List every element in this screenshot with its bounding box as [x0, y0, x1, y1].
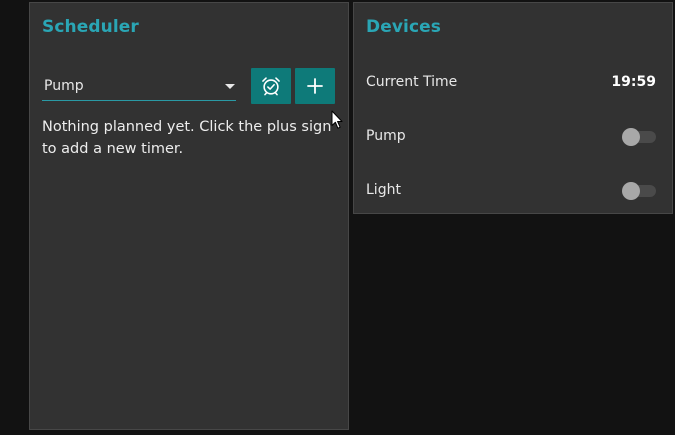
- scheduler-panel: Scheduler Pump Nothing planned yet. Clic…: [29, 2, 349, 430]
- pump-toggle[interactable]: [622, 128, 656, 146]
- device-row-pump: Pump: [366, 125, 656, 149]
- device-row-light: Light: [366, 179, 656, 203]
- current-time-value: 19:59: [611, 74, 656, 90]
- toggle-knob: [622, 182, 640, 200]
- device-label-pump: Pump: [366, 128, 406, 144]
- device-label-light: Light: [366, 182, 401, 198]
- device-select-value: Pump: [44, 78, 84, 94]
- current-time-label: Current Time: [366, 74, 458, 90]
- plus-icon: [307, 78, 323, 94]
- toggle-knob: [622, 128, 640, 146]
- light-toggle[interactable]: [622, 182, 656, 200]
- devices-panel: Devices Current Time 19:59 Pump Light: [353, 2, 673, 214]
- add-timer-button[interactable]: [295, 68, 335, 104]
- alarm-button[interactable]: [251, 68, 291, 104]
- alarm-clock-icon: [262, 77, 280, 96]
- current-time-row: Current Time 19:59: [366, 71, 656, 95]
- empty-schedule-message: Nothing planned yet. Click the plus sign…: [42, 119, 332, 157]
- scheduler-title: Scheduler: [42, 17, 139, 37]
- device-select[interactable]: Pump: [42, 73, 236, 101]
- app-root: Scheduler Pump Nothing planned yet. Clic…: [0, 0, 675, 435]
- caret-down-icon: [225, 84, 235, 89]
- devices-title: Devices: [366, 17, 441, 37]
